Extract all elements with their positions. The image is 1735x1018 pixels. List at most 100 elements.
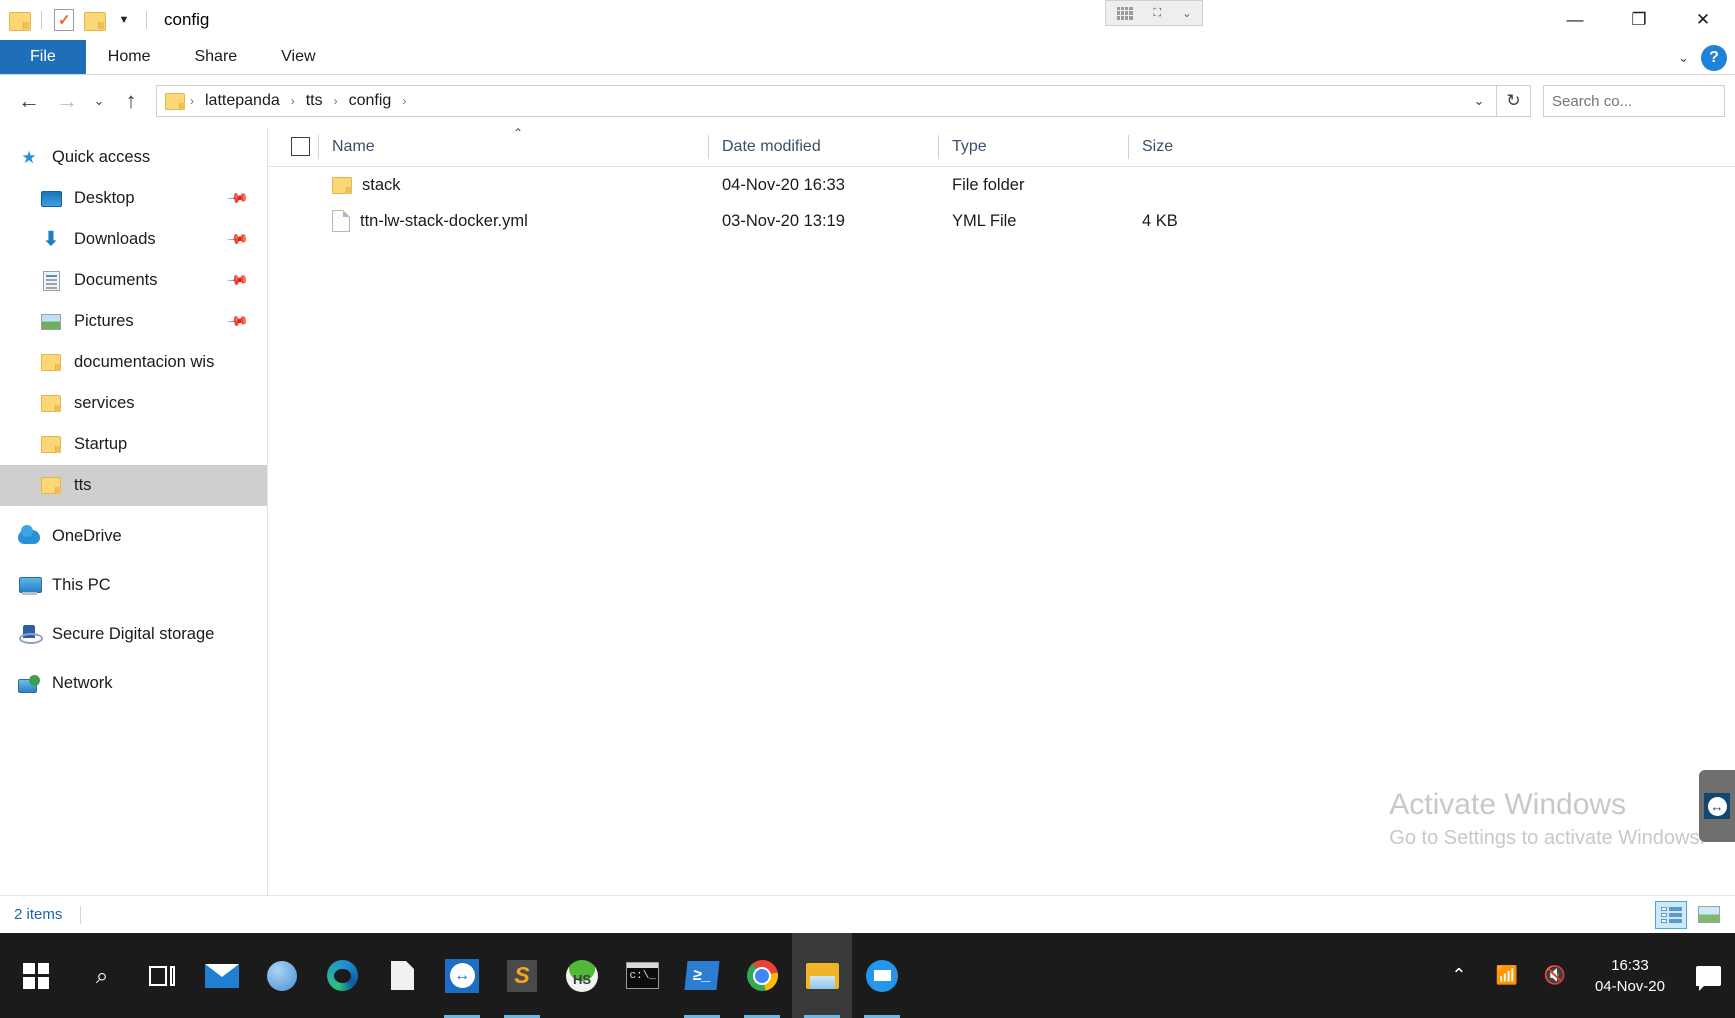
column-label: Size: [1142, 137, 1174, 155]
new-folder-icon[interactable]: ✓: [49, 5, 79, 35]
column-header-type[interactable]: Type: [938, 127, 1128, 167]
onedrive-icon: [18, 524, 40, 548]
fullscreen-icon[interactable]: ⛶: [1154, 7, 1162, 20]
column-header-name[interactable]: Name ⌃: [318, 126, 708, 167]
sidebar-item-startup[interactable]: Startup: [0, 424, 268, 465]
show-hidden-icons-button[interactable]: ⌃: [1435, 933, 1483, 1018]
sidebar-item-desktop[interactable]: Desktop 📌: [0, 178, 268, 219]
network-icon[interactable]: 📶: [1483, 933, 1531, 1018]
breadcrumb-item-config[interactable]: config: [343, 90, 398, 112]
sublime-text-app[interactable]: S: [492, 933, 552, 1018]
breadcrumb-item-lattepanda[interactable]: lattepanda: [199, 90, 286, 112]
chevron-down-icon[interactable]: ⌄: [1182, 7, 1191, 20]
properties-icon[interactable]: [4, 5, 34, 35]
chevron-down-icon: ▼: [118, 14, 130, 26]
search-box[interactable]: [1543, 85, 1735, 117]
up-button[interactable]: ↑: [112, 83, 150, 119]
powershell-app[interactable]: ≥_: [672, 933, 732, 1018]
teamviewer-app[interactable]: ↔: [432, 933, 492, 1018]
row-name-cell[interactable]: stack: [318, 167, 708, 203]
start-button[interactable]: [0, 933, 72, 1018]
row-date-cell: 04-Nov-20 16:33: [722, 175, 845, 194]
help-icon[interactable]: ?: [1701, 44, 1727, 71]
yml-file-icon: [332, 210, 350, 232]
tab-home[interactable]: Home: [86, 40, 173, 74]
customize-icon[interactable]: [79, 5, 109, 35]
details-view-button[interactable]: [1655, 900, 1687, 929]
clock[interactable]: 16:33 04-Nov-20: [1579, 955, 1681, 997]
notepad-app[interactable]: [372, 933, 432, 1018]
sidebar-item-label: Secure Digital storage: [52, 625, 215, 643]
row-checkbox[interactable]: [268, 203, 318, 239]
star-icon: ★: [21, 147, 37, 167]
volume-muted-icon[interactable]: 🔇: [1531, 933, 1579, 1018]
sidebar-item-label: Desktop: [74, 189, 135, 207]
pin-icon[interactable]: 📌: [225, 309, 250, 333]
pin-icon[interactable]: 📌: [225, 186, 250, 210]
window-controls: — ❐ ✕: [1543, 0, 1735, 40]
sidebar-item-this-pc[interactable]: This PC: [0, 565, 268, 606]
mail-app[interactable]: [192, 933, 252, 1018]
sidebar-item-tts[interactable]: tts: [0, 465, 268, 506]
tab-file[interactable]: File: [0, 40, 86, 74]
breadcrumb-separator-1[interactable]: ›: [288, 94, 298, 108]
pin-icon[interactable]: 📌: [225, 268, 250, 292]
close-button[interactable]: ✕: [1671, 0, 1735, 40]
breadcrumb-item-tts[interactable]: tts: [300, 90, 329, 112]
column-header-date-modified[interactable]: Date modified: [708, 127, 938, 167]
command-prompt-app[interactable]: [612, 933, 672, 1018]
task-view-button[interactable]: [132, 933, 192, 1018]
action-center-icon: [1695, 965, 1721, 991]
sidebar-item-secure-digital-storage[interactable]: Secure Digital storage: [0, 614, 268, 655]
column-label: Type: [952, 137, 987, 155]
sidebar-item-downloads[interactable]: ⬇ Downloads 📌: [0, 219, 268, 260]
expand-ribbon-icon[interactable]: ⌄: [1678, 50, 1689, 66]
sidebar-item-documents[interactable]: Documents 📌: [0, 260, 268, 301]
sphere-app[interactable]: [252, 933, 312, 1018]
table-row[interactable]: ttn-lw-stack-docker.yml 03-Nov-20 13:19 …: [268, 203, 1735, 239]
back-button[interactable]: ←: [10, 83, 48, 119]
navigation-pane: ★ Quick access Desktop 📌 ⬇ Downloads 📌 D…: [0, 127, 268, 895]
sidebar-item-services[interactable]: services: [0, 383, 268, 424]
address-dropdown-icon[interactable]: ⌄: [1462, 86, 1496, 116]
tab-share[interactable]: Share: [172, 40, 259, 74]
column-header-size[interactable]: Size: [1128, 127, 1258, 167]
customize-dropdown-icon[interactable]: ▼: [109, 5, 139, 35]
table-row[interactable]: stack 04-Nov-20 16:33 File folder: [268, 167, 1735, 203]
refresh-button[interactable]: ↻: [1497, 85, 1531, 117]
clock-time: 16:33: [1611, 956, 1649, 974]
sidebar-item-documentacion-wis[interactable]: documentacion wis: [0, 342, 268, 383]
row-name-cell[interactable]: ttn-lw-stack-docker.yml: [318, 203, 708, 239]
item-count-label: 2 items: [14, 906, 63, 923]
select-all-checkbox[interactable]: [268, 127, 318, 167]
folder-icon: [40, 434, 62, 456]
chrome-browser[interactable]: [732, 933, 792, 1018]
docker-app[interactable]: [852, 933, 912, 1018]
pin-icon[interactable]: 📌: [225, 227, 250, 251]
breadcrumb-bar[interactable]: › lattepanda › tts › config › ⌄: [156, 85, 1497, 117]
minimize-button[interactable]: —: [1543, 0, 1607, 40]
search-button[interactable]: ⌕: [72, 933, 132, 1018]
sidebar-item-quick-access[interactable]: ★ Quick access: [0, 137, 268, 178]
ribbon-right-controls: ⌄ ?: [1678, 40, 1727, 75]
sidebar-item-network[interactable]: Network: [0, 663, 268, 704]
breadcrumb-separator-3[interactable]: ›: [399, 94, 409, 108]
recent-locations-button[interactable]: ⌄: [86, 83, 112, 119]
heidisql-app[interactable]: HS: [552, 933, 612, 1018]
search-input[interactable]: [1552, 92, 1735, 110]
edge-browser[interactable]: [312, 933, 372, 1018]
row-checkbox[interactable]: [268, 167, 318, 203]
grid-icon[interactable]: [1116, 6, 1133, 20]
documents-icon: [40, 270, 62, 292]
teamviewer-edge-tab[interactable]: ↔: [1699, 770, 1735, 842]
large-icons-view-button[interactable]: [1693, 901, 1725, 929]
forward-button[interactable]: →: [48, 83, 86, 119]
restore-button[interactable]: ❐: [1607, 0, 1671, 40]
action-center-button[interactable]: [1681, 933, 1735, 1018]
tab-view[interactable]: View: [259, 40, 337, 74]
remote-overlay-toolbar[interactable]: ⛶ ⌄: [1105, 0, 1203, 26]
sidebar-item-onedrive[interactable]: OneDrive: [0, 516, 268, 557]
sidebar-item-pictures[interactable]: Pictures 📌: [0, 301, 268, 342]
breadcrumb-separator-2[interactable]: ›: [331, 94, 341, 108]
file-explorer-app[interactable]: [792, 933, 852, 1018]
